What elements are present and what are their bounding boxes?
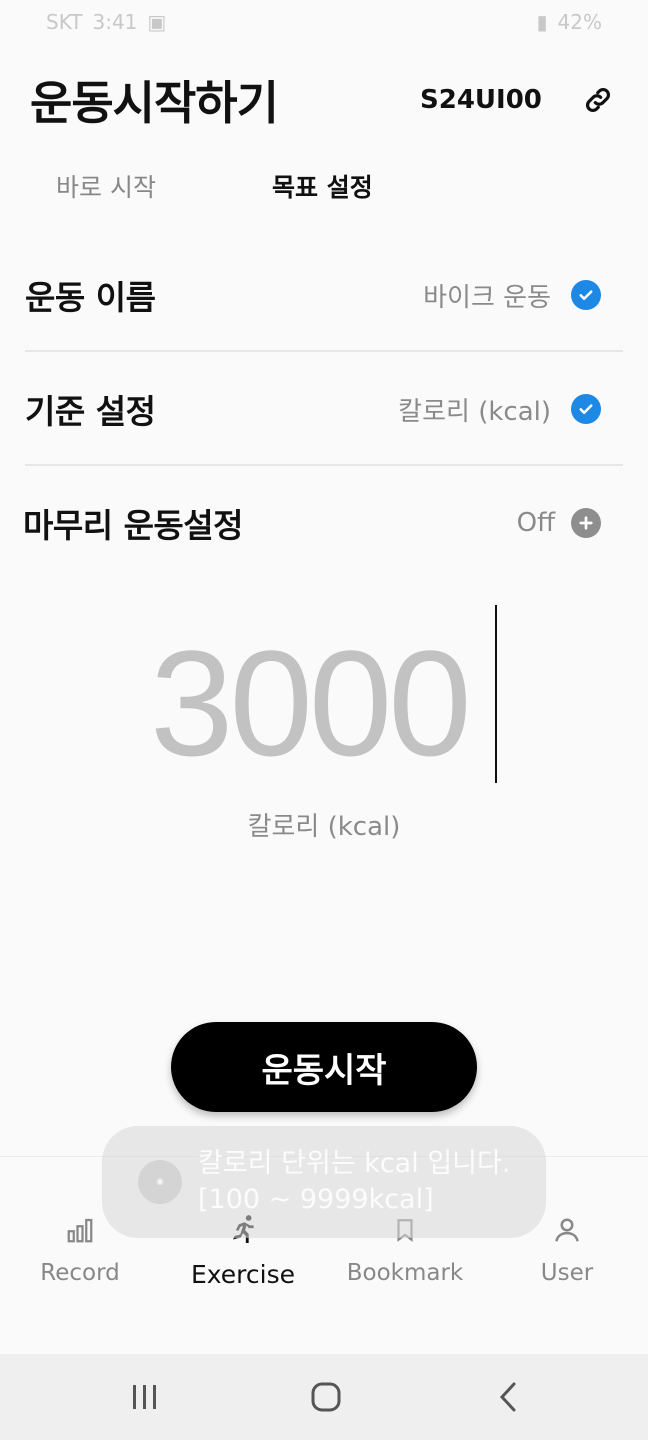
header: 운동시작하기 S24UI00: [0, 60, 648, 140]
gallery-notification-icon: ▣: [147, 10, 167, 34]
carrier-label: SKT: [46, 10, 83, 34]
battery-label: 42%: [557, 10, 602, 34]
setting-label: 운동 이름: [25, 278, 156, 317]
setting-value: 바이크 운동: [423, 282, 551, 313]
setting-value: 칼로리 (kcal): [398, 396, 551, 427]
tab-quick-start[interactable]: 바로 시작: [56, 168, 156, 204]
recent-apps-icon[interactable]: [105, 1354, 185, 1440]
goal-unit-label: 칼로리 (kcal): [247, 812, 401, 842]
nav-label: Bookmark: [346, 1260, 464, 1286]
check-circle-icon[interactable]: [571, 394, 601, 424]
start-exercise-button[interactable]: 운동시작: [171, 1022, 477, 1112]
plus-circle-icon[interactable]: [571, 508, 601, 538]
toast-line: [100 ~ 9999kcal]: [198, 1184, 434, 1215]
app-logo-icon: ◉: [138, 1160, 182, 1204]
nav-label: User: [540, 1260, 594, 1286]
tab-bar: 바로 시작 목표 설정: [0, 168, 648, 214]
setting-row-exercise-name[interactable]: 운동 이름 바이크 운동: [25, 238, 623, 352]
home-icon[interactable]: [286, 1354, 366, 1440]
tab-goal-setting[interactable]: 목표 설정: [272, 168, 373, 204]
device-id[interactable]: S24UI00: [420, 85, 542, 115]
time-label: 3:41: [92, 10, 138, 34]
system-nav-bar: [0, 1354, 648, 1440]
setting-label: 기준 설정: [25, 392, 156, 431]
page-title: 운동시작하기: [30, 76, 279, 130]
back-icon[interactable]: [468, 1354, 548, 1440]
setting-value: Off: [516, 508, 555, 538]
nav-label: Record: [40, 1260, 120, 1286]
setting-row-criteria[interactable]: 기준 설정 칼로리 (kcal): [25, 352, 623, 466]
toast-message: ◉ 칼로리 단위는 kcal 입니다. [100 ~ 9999kcal]: [102, 1126, 546, 1238]
goal-value-input[interactable]: 3000: [150, 618, 472, 788]
text-cursor: [495, 605, 497, 783]
link-icon[interactable]: [578, 80, 618, 120]
nav-label: Exercise: [190, 1260, 296, 1289]
status-bar: SKT 3:41 ▣ ▮ 42%: [0, 0, 648, 44]
toast-line: 칼로리 단위는 kcal 입니다.: [198, 1148, 511, 1179]
setting-label: 마무리 운동설정: [23, 506, 244, 545]
toast-text: 칼로리 단위는 kcal 입니다. [100 ~ 9999kcal]: [198, 1146, 510, 1218]
setting-row-cooldown[interactable]: 마무리 운동설정 Off: [23, 466, 623, 580]
signal-icon: ▮: [536, 10, 548, 34]
check-circle-icon[interactable]: [571, 280, 601, 310]
